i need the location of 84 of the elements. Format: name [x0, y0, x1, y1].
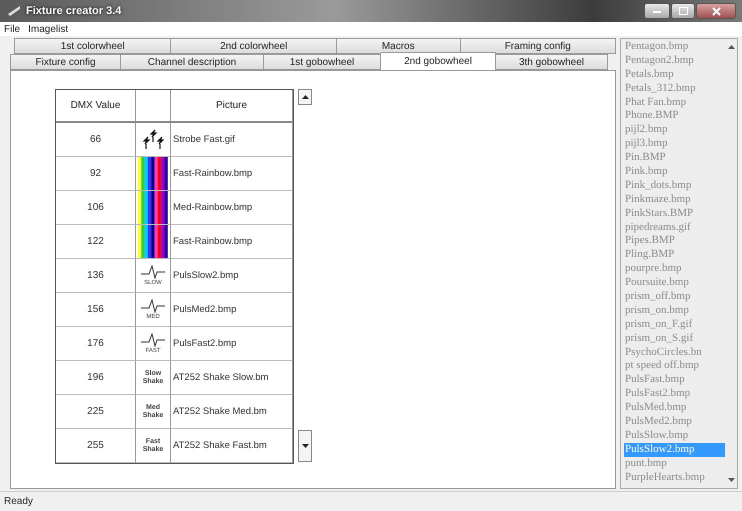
table-cell: Fast-Rainbow.bmp — [171, 157, 293, 191]
table-cell: Fast-Rainbow.bmp — [171, 225, 293, 259]
list-item[interactable]: prism_on_S.gif — [624, 332, 725, 346]
status-text: Ready — [4, 496, 33, 507]
list-item[interactable]: Petals.bmp — [624, 68, 725, 82]
scroll-down-icon[interactable] — [728, 478, 735, 482]
table-cell: 66 — [56, 123, 136, 157]
table-cell: Strobe Fast.gif — [171, 123, 293, 157]
list-item[interactable]: PinkStars.BMP — [624, 206, 725, 221]
table-cell: PulsSlow2.bmp — [171, 259, 293, 293]
table-cell: 156 — [56, 293, 136, 327]
list-item[interactable]: Pinkmaze.bmp — [624, 192, 725, 207]
list-item[interactable]: PurpleHearts.bmp — [624, 470, 725, 484]
list-item[interactable]: Pipes.BMP — [624, 234, 725, 248]
table-cell: 122 — [56, 225, 136, 259]
list-item[interactable]: Pentagon.bmp — [624, 40, 725, 54]
list-item[interactable]: PulsSlow2.bmp — [624, 442, 725, 457]
list-item[interactable]: PulsFast2.bmp — [624, 387, 725, 402]
tab[interactable]: 1st colorwheel — [14, 38, 172, 54]
table-cell: Med-Rainbow.bmp — [171, 191, 293, 225]
tab[interactable]: Fixture config — [10, 54, 121, 70]
minimize-button[interactable] — [644, 3, 670, 19]
close-button[interactable] — [696, 3, 736, 19]
menu-item[interactable]: Imagelist — [28, 24, 68, 34]
list-item[interactable]: prism_on_F.gif — [624, 318, 725, 332]
window-title: Fixture creator 3.4 — [26, 5, 122, 17]
close-icon — [712, 6, 720, 16]
list-item[interactable]: Pink.bmp — [624, 165, 725, 179]
table-cell: 136 — [56, 259, 136, 293]
tab[interactable]: Framing config — [460, 38, 616, 54]
list-item[interactable]: pt speed off.bmp — [624, 359, 725, 374]
tab[interactable]: 3th gobowheel — [496, 54, 608, 70]
list-item[interactable]: PulsMed2.bmp — [624, 415, 725, 429]
scroll-down-button[interactable] — [298, 430, 312, 462]
tab[interactable]: Macros — [336, 38, 461, 54]
list-item[interactable]: PulsSlow.bmp — [624, 428, 725, 443]
list-item[interactable]: PulsFast.bmp — [624, 373, 725, 388]
list-item[interactable]: Pling.BMP — [624, 248, 725, 262]
list-item[interactable]: PsychoCircles.bn — [624, 346, 725, 360]
down-arrow-icon — [302, 444, 308, 448]
table-cell: 176 — [56, 327, 136, 361]
tab[interactable]: 1st gobowheel — [264, 54, 381, 70]
list-item[interactable]: prism_off.bmp — [624, 290, 725, 304]
table-cell: AT252 Shake Fast.bm — [171, 429, 293, 463]
maximize-icon — [678, 7, 688, 15]
list-item[interactable]: Phat Fan.bmp — [624, 96, 725, 110]
minimize-icon — [653, 10, 661, 12]
table-cell: PulsMed2.bmp — [171, 293, 293, 327]
app-icon — [8, 6, 20, 16]
column-header: Picture — [171, 90, 293, 123]
tab[interactable]: Channel description — [121, 54, 264, 70]
up-arrow-icon — [302, 95, 308, 99]
table-cell: AT252 Shake Slow.bm — [171, 361, 293, 395]
list-item[interactable]: Poursuite.bmp — [624, 276, 725, 290]
lightning-icon — [140, 128, 166, 150]
column-header: DMX Value — [56, 90, 136, 123]
table-cell: 196 — [56, 361, 136, 395]
list-item[interactable]: pourpre.bmp — [624, 262, 725, 276]
list-item[interactable]: Pin.BMP — [624, 151, 725, 166]
table-cell: AT252 Shake Med.bm — [171, 395, 293, 429]
list-item[interactable]: PulsMed.bmp — [624, 401, 725, 416]
tab[interactable]: 2nd gobowheel — [381, 52, 496, 70]
list-item[interactable]: pijl3.bmp — [624, 137, 725, 152]
pulse-wave-icon — [141, 332, 165, 346]
pulse-wave-icon — [141, 298, 165, 312]
list-item[interactable]: Petals_312.bmp — [624, 82, 725, 96]
list-item[interactable]: Phone.BMP — [624, 109, 725, 124]
table-cell: 92 — [56, 157, 136, 191]
tab[interactable]: 2nd colorwheel — [171, 38, 337, 54]
list-item[interactable]: punt.bmp — [624, 456, 725, 471]
scroll-up-button[interactable] — [298, 89, 312, 105]
list-item[interactable]: Pink_dots.bmp — [624, 178, 725, 193]
table-cell: 225 — [56, 395, 136, 429]
list-item[interactable]: pijl2.bmp — [624, 123, 725, 138]
list-item[interactable]: Pentagon2.bmp — [624, 54, 725, 68]
pulse-wave-icon — [141, 264, 165, 278]
table-cell: 106 — [56, 191, 136, 225]
menu-item[interactable]: File — [4, 24, 20, 34]
list-item[interactable]: pipedreams.gif — [624, 220, 725, 234]
scroll-up-icon[interactable] — [728, 45, 735, 49]
list-item[interactable]: prism_on.bmp — [624, 304, 725, 318]
table-cell: PulsFast2.bmp — [171, 327, 293, 361]
maximize-button[interactable] — [671, 3, 695, 19]
table-cell: 255 — [56, 429, 136, 463]
